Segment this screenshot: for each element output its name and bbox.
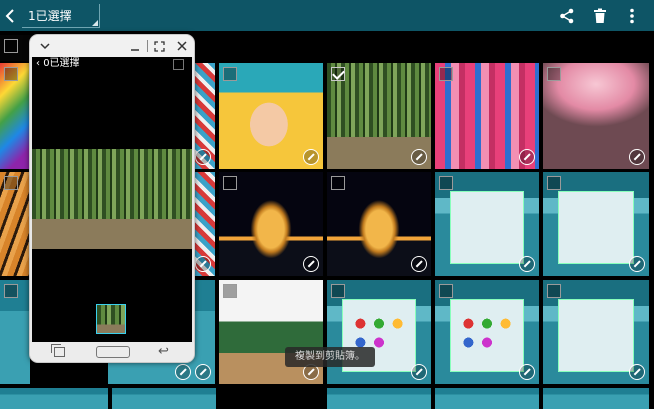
screenshot-tile[interactable] <box>543 388 649 409</box>
expand-icon[interactable] <box>411 256 427 272</box>
photo-tile[interactable] <box>195 63 215 169</box>
tile-checkbox[interactable] <box>439 284 453 298</box>
screenshot-tile[interactable] <box>435 172 539 276</box>
tile-checkbox[interactable] <box>439 67 453 81</box>
popup-content: ‹ 0已選擇 <box>32 57 192 342</box>
expand-icon[interactable] <box>519 256 535 272</box>
photo-tile-trees[interactable] <box>219 280 323 384</box>
expand-icon[interactable] <box>629 256 645 272</box>
expand-icon[interactable] <box>411 364 427 380</box>
toast-message: 複製到剪貼簿。 <box>285 347 375 367</box>
screenshot-tile[interactable] <box>327 280 431 384</box>
photo-tile[interactable] <box>0 172 30 276</box>
chevron-left-icon <box>5 9 14 23</box>
expand-icon[interactable] <box>303 256 319 272</box>
screenshot-tile[interactable] <box>435 280 539 384</box>
action-bar: 1已選擇 <box>0 0 654 31</box>
tile-checkbox[interactable] <box>439 176 453 190</box>
screenshot-thumbnail <box>449 190 525 264</box>
selection-dropdown[interactable]: 1已選擇 <box>22 4 100 28</box>
popup-selection-label: 0已選擇 <box>43 58 80 69</box>
photo-tile-palace[interactable] <box>327 172 431 276</box>
tile-checkbox[interactable] <box>547 67 561 81</box>
recent-apps-icon[interactable] <box>51 344 65 357</box>
tile-checkbox[interactable] <box>223 176 237 190</box>
popup-thumbnail[interactable] <box>96 304 126 334</box>
photo-tile[interactable] <box>0 63 30 169</box>
expand-icon[interactable] <box>303 149 319 165</box>
popup-checkbox[interactable] <box>173 59 184 70</box>
tile-checkbox[interactable] <box>547 284 561 298</box>
trash-icon <box>594 8 606 23</box>
popup-photo-forest <box>32 149 192 249</box>
photo-tile-scarves[interactable] <box>435 63 539 169</box>
expand-icon[interactable] <box>411 149 427 165</box>
gallery-screen: 1已選擇 ‹ 0已選擇 ↩ 複製到剪貼簿。 <box>0 0 654 409</box>
photo-tile[interactable] <box>195 172 215 276</box>
photo-tile-cherry-road[interactable] <box>543 63 649 169</box>
more-vert-icon <box>630 8 634 24</box>
chevron-down-icon[interactable] <box>38 38 52 54</box>
titlebar-divider <box>147 40 148 52</box>
tile-checkbox[interactable] <box>4 176 18 190</box>
more-options-button[interactable] <box>622 6 642 26</box>
popup-titlebar[interactable] <box>30 35 194 57</box>
share-button[interactable] <box>557 6 577 26</box>
screenshot-tile[interactable] <box>195 280 215 384</box>
expand-icon[interactable] <box>195 149 211 165</box>
screenshot-tile[interactable] <box>435 388 539 409</box>
expand-icon[interactable] <box>519 149 535 165</box>
tile-checkbox[interactable] <box>331 284 345 298</box>
selection-count: 1已選擇 <box>28 9 72 23</box>
photo-tile-forest[interactable] <box>327 63 431 169</box>
photo-tile-child[interactable] <box>219 63 323 169</box>
tile-checkbox[interactable] <box>4 39 18 53</box>
tile-checkbox[interactable] <box>223 67 237 81</box>
tile-checkbox[interactable] <box>223 284 237 298</box>
popup-selection-count[interactable]: ‹ 0已選擇 <box>36 58 80 70</box>
expand-icon[interactable] <box>629 149 645 165</box>
tile-checkbox[interactable] <box>4 284 18 298</box>
tile-checkbox[interactable] <box>331 176 345 190</box>
tile-checkbox[interactable] <box>547 176 561 190</box>
screenshot-tile[interactable] <box>112 388 216 409</box>
dropdown-caret-icon <box>92 20 98 26</box>
tile-checkbox-checked[interactable] <box>331 67 345 81</box>
expand-icon[interactable] <box>629 364 645 380</box>
screenshot-tile[interactable] <box>327 388 431 409</box>
popup-navbar: ↩ <box>30 342 194 362</box>
app-icons <box>455 311 519 353</box>
photo-tile-palace[interactable] <box>219 172 323 276</box>
screenshot-thumbnail <box>557 190 635 264</box>
delete-button[interactable] <box>590 6 610 26</box>
close-icon[interactable] <box>175 38 189 54</box>
popup-window[interactable]: ‹ 0已選擇 ↩ <box>29 34 195 363</box>
home-button[interactable] <box>96 346 130 358</box>
expand-icon[interactable] <box>175 364 191 380</box>
screenshot-tile[interactable] <box>543 172 649 276</box>
back-arrow-icon[interactable]: ↩ <box>158 344 169 359</box>
screenshot-thumbnail <box>557 298 635 372</box>
minimize-icon[interactable] <box>128 38 142 54</box>
share-icon <box>560 8 574 24</box>
screenshot-tile[interactable] <box>543 280 649 384</box>
expand-icon[interactable] <box>195 364 211 380</box>
back-button[interactable] <box>2 4 18 28</box>
screenshot-tile[interactable] <box>0 388 108 409</box>
expand-icon[interactable] <box>195 256 211 272</box>
screenshot-tile[interactable] <box>0 280 30 384</box>
tile-checkbox[interactable] <box>4 67 18 81</box>
expand-icon[interactable] <box>519 364 535 380</box>
fullscreen-icon[interactable] <box>152 38 166 54</box>
